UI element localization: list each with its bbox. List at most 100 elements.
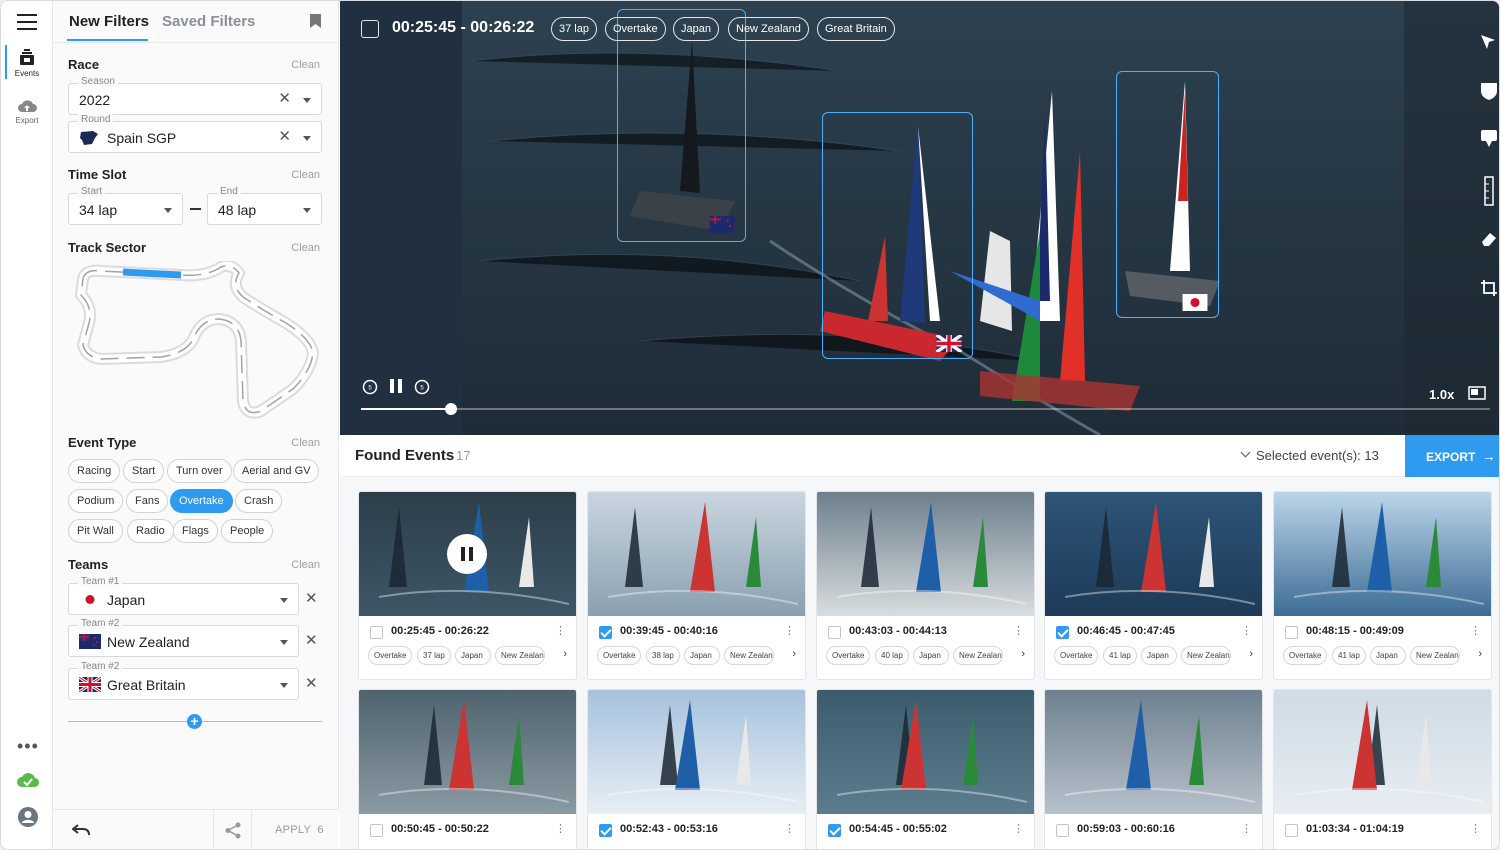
- event-card[interactable]: 00:52:43 - 00:53:16 ⋮: [587, 689, 806, 849]
- event-type-chip[interactable]: Start: [123, 459, 165, 483]
- event-type-chip[interactable]: People: [221, 519, 274, 543]
- chevron-down-icon[interactable]: [280, 683, 288, 688]
- video-player[interactable]: 00:25:45 - 00:26:22 37 lap Overtake Japa…: [340, 1, 1499, 435]
- team-2-select[interactable]: Team #2 New Zealand: [68, 618, 299, 657]
- event-tag[interactable]: Overtake: [597, 646, 641, 665]
- progress-track[interactable]: [361, 403, 1490, 415]
- event-type-clean-button[interactable]: Clean: [291, 437, 320, 449]
- start-lap-select[interactable]: Start 34 lap: [68, 186, 183, 225]
- video-select-checkbox[interactable]: [361, 20, 379, 38]
- event-tag[interactable]: New Zealand: [724, 646, 774, 665]
- event-type-chip[interactable]: Podium: [68, 489, 124, 513]
- event-card[interactable]: 00:39:45 - 00:40:16 ⋮ Overtake 38 lap Japan N…: [587, 491, 806, 680]
- chevron-right-icon[interactable]: ›: [1478, 648, 1482, 660]
- event-card[interactable]: 00:25:45 - 00:26:22 ⋮ Overtake 37 lap Japan N…: [358, 491, 577, 680]
- track-map[interactable]: [71, 261, 321, 426]
- event-tag[interactable]: Overtake: [1283, 646, 1327, 665]
- remove-team-1-icon[interactable]: ✕: [305, 589, 318, 607]
- remove-team-3-icon[interactable]: ✕: [305, 674, 318, 692]
- chevron-down-icon[interactable]: [164, 208, 172, 213]
- menu-icon[interactable]: [17, 14, 37, 30]
- video-tag[interactable]: 37 lap: [551, 17, 597, 41]
- tab-new-filters[interactable]: New Filters: [69, 13, 149, 30]
- event-tag[interactable]: Japan: [1370, 646, 1406, 665]
- event-type-chip[interactable]: Pit Wall: [68, 519, 123, 543]
- video-tag[interactable]: Overtake: [605, 17, 666, 41]
- shield-marker-icon[interactable]: [1480, 81, 1498, 101]
- team-1-select[interactable]: Team #1 Japan: [68, 576, 299, 615]
- clear-round-icon[interactable]: ✕: [278, 127, 291, 145]
- event-card[interactable]: 00:43:03 - 00:44:13 ⋮ Overtake 40 lap Japan N…: [816, 491, 1035, 680]
- rail-item-export[interactable]: Export: [1, 98, 53, 125]
- rewind-5-icon[interactable]: 5: [362, 379, 378, 395]
- tab-saved-filters[interactable]: Saved Filters: [162, 13, 255, 30]
- more-dots-icon[interactable]: •••: [17, 737, 39, 755]
- event-tag[interactable]: 41 lap: [1103, 646, 1137, 665]
- event-tag[interactable]: Japan: [684, 646, 720, 665]
- video-tag[interactable]: New Zealand: [728, 17, 809, 41]
- event-checkbox[interactable]: [599, 824, 612, 837]
- event-tag[interactable]: 38 lap: [646, 646, 680, 665]
- event-tag[interactable]: Overtake: [826, 646, 870, 665]
- round-select[interactable]: Round Spain SGP ✕: [68, 114, 322, 153]
- selected-events-dropdown[interactable]: Selected event(s): 13: [1256, 448, 1379, 463]
- remove-team-2-icon[interactable]: ✕: [305, 631, 318, 649]
- event-checkbox[interactable]: [828, 626, 841, 639]
- event-tag[interactable]: New Zealand: [953, 646, 1003, 665]
- event-type-chip[interactable]: Racing: [68, 459, 121, 483]
- event-tag[interactable]: Overtake: [368, 646, 412, 665]
- event-checkbox[interactable]: [1056, 626, 1069, 639]
- event-card[interactable]: 00:59:03 - 00:60:16 ⋮: [1044, 689, 1263, 849]
- event-thumbnail[interactable]: [1274, 492, 1492, 616]
- event-type-chip[interactable]: Aerial and GV: [233, 459, 320, 483]
- event-card[interactable]: 00:46:45 - 00:47:45 ⋮ Overtake 41 lap Japan N…: [1044, 491, 1263, 680]
- event-tag[interactable]: Japan: [1141, 646, 1177, 665]
- event-tag[interactable]: New Zealand: [1181, 646, 1231, 665]
- event-tag[interactable]: 37 lap: [417, 646, 451, 665]
- share-icon[interactable]: [225, 822, 241, 839]
- cloud-check-icon[interactable]: [17, 771, 39, 789]
- more-options-icon[interactable]: ⋮: [555, 624, 566, 637]
- event-type-chip[interactable]: Overtake: [170, 489, 233, 513]
- chevron-right-icon[interactable]: ›: [792, 648, 796, 660]
- more-options-icon[interactable]: ⋮: [1241, 624, 1252, 637]
- speech-marker-icon[interactable]: [1480, 129, 1498, 149]
- more-options-icon[interactable]: ⋮: [1241, 822, 1252, 835]
- export-button[interactable]: EXPORT →: [1405, 435, 1499, 477]
- more-options-icon[interactable]: ⋮: [1470, 822, 1481, 835]
- clear-season-icon[interactable]: ✕: [278, 89, 291, 107]
- event-checkbox[interactable]: [1285, 824, 1298, 837]
- track-sector-clean-button[interactable]: Clean: [291, 242, 320, 254]
- event-thumbnail[interactable]: [817, 492, 1035, 616]
- more-options-icon[interactable]: ⋮: [1470, 624, 1481, 637]
- more-options-icon[interactable]: ⋮: [1013, 822, 1024, 835]
- chevron-down-icon[interactable]: [303, 98, 311, 103]
- event-type-chip[interactable]: Flags: [173, 519, 218, 543]
- chevron-right-icon[interactable]: ›: [1249, 648, 1253, 660]
- event-card[interactable]: 00:50:45 - 00:50:22 ⋮: [358, 689, 577, 849]
- chevron-down-icon[interactable]: [280, 640, 288, 645]
- event-checkbox[interactable]: [828, 824, 841, 837]
- event-type-chip[interactable]: Fans: [126, 489, 169, 513]
- event-type-chip[interactable]: Crash: [235, 489, 283, 513]
- crop-icon[interactable]: [1480, 279, 1498, 297]
- chevron-down-icon[interactable]: [303, 208, 311, 213]
- bookmark-icon[interactable]: [310, 14, 321, 28]
- pointer-icon[interactable]: [1480, 34, 1496, 50]
- event-tag[interactable]: 40 lap: [875, 646, 909, 665]
- ruler-icon[interactable]: [1484, 176, 1494, 206]
- rail-item-events[interactable]: Events: [1, 49, 53, 78]
- event-thumbnail[interactable]: [1274, 690, 1492, 814]
- event-type-chip[interactable]: Radio: [127, 519, 174, 543]
- pause-icon[interactable]: [389, 378, 403, 394]
- event-tag[interactable]: Japan: [455, 646, 491, 665]
- apply-button[interactable]: APPLY 6: [275, 824, 324, 836]
- playback-speed[interactable]: 1.0x: [1429, 387, 1454, 402]
- eraser-icon[interactable]: [1480, 231, 1498, 247]
- event-checkbox[interactable]: [370, 824, 383, 837]
- more-options-icon[interactable]: ⋮: [784, 624, 795, 637]
- event-checkbox[interactable]: [1285, 626, 1298, 639]
- event-type-chip[interactable]: Turn over: [167, 459, 232, 483]
- time-slot-clean-button[interactable]: Clean: [291, 169, 320, 181]
- event-tag[interactable]: New Zealand: [495, 646, 545, 665]
